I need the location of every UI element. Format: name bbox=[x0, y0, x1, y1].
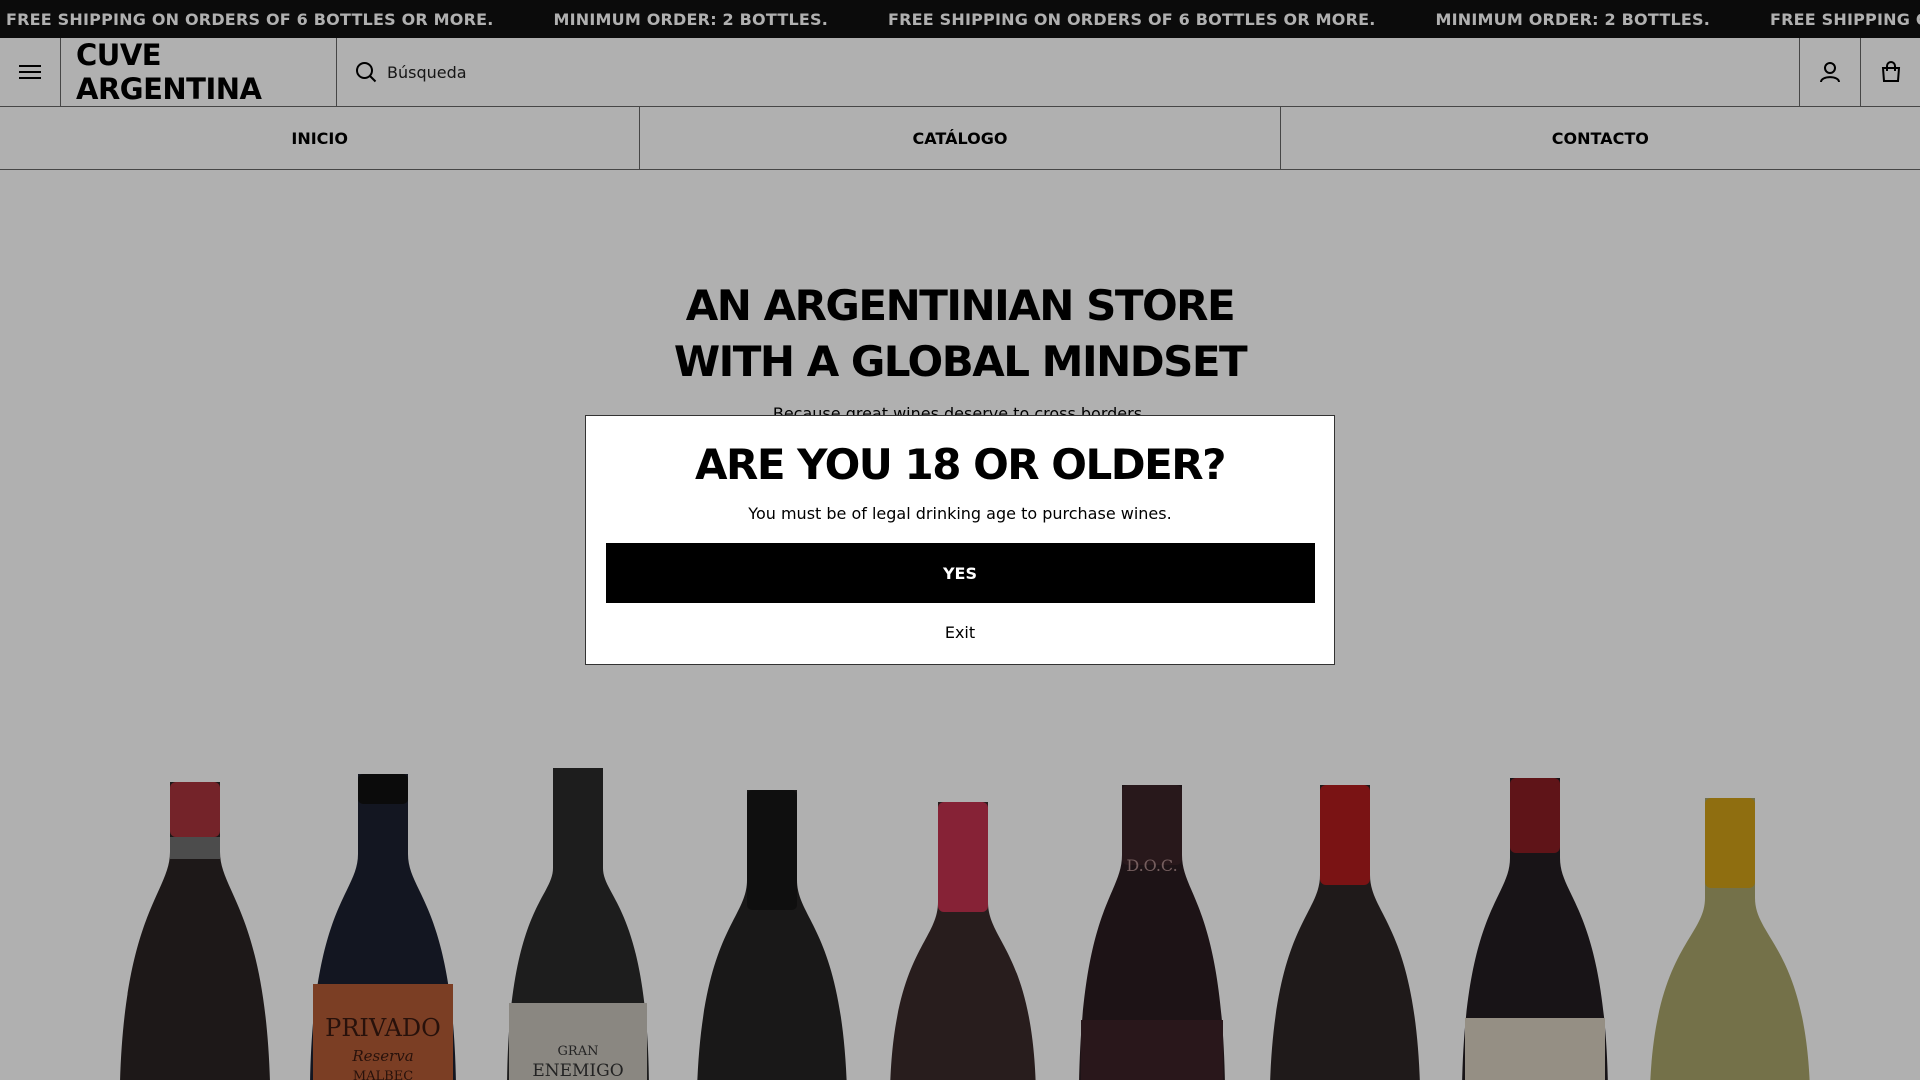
age-gate-title: ARE YOU 18 OR OLDER? bbox=[695, 440, 1226, 489]
age-gate-message: You must be of legal drinking age to pur… bbox=[748, 504, 1172, 523]
yes-button[interactable]: YES bbox=[605, 543, 1315, 603]
exit-button[interactable]: Exit bbox=[945, 623, 975, 642]
age-gate-modal: ARE YOU 18 OR OLDER? You must be of lega… bbox=[585, 415, 1335, 665]
